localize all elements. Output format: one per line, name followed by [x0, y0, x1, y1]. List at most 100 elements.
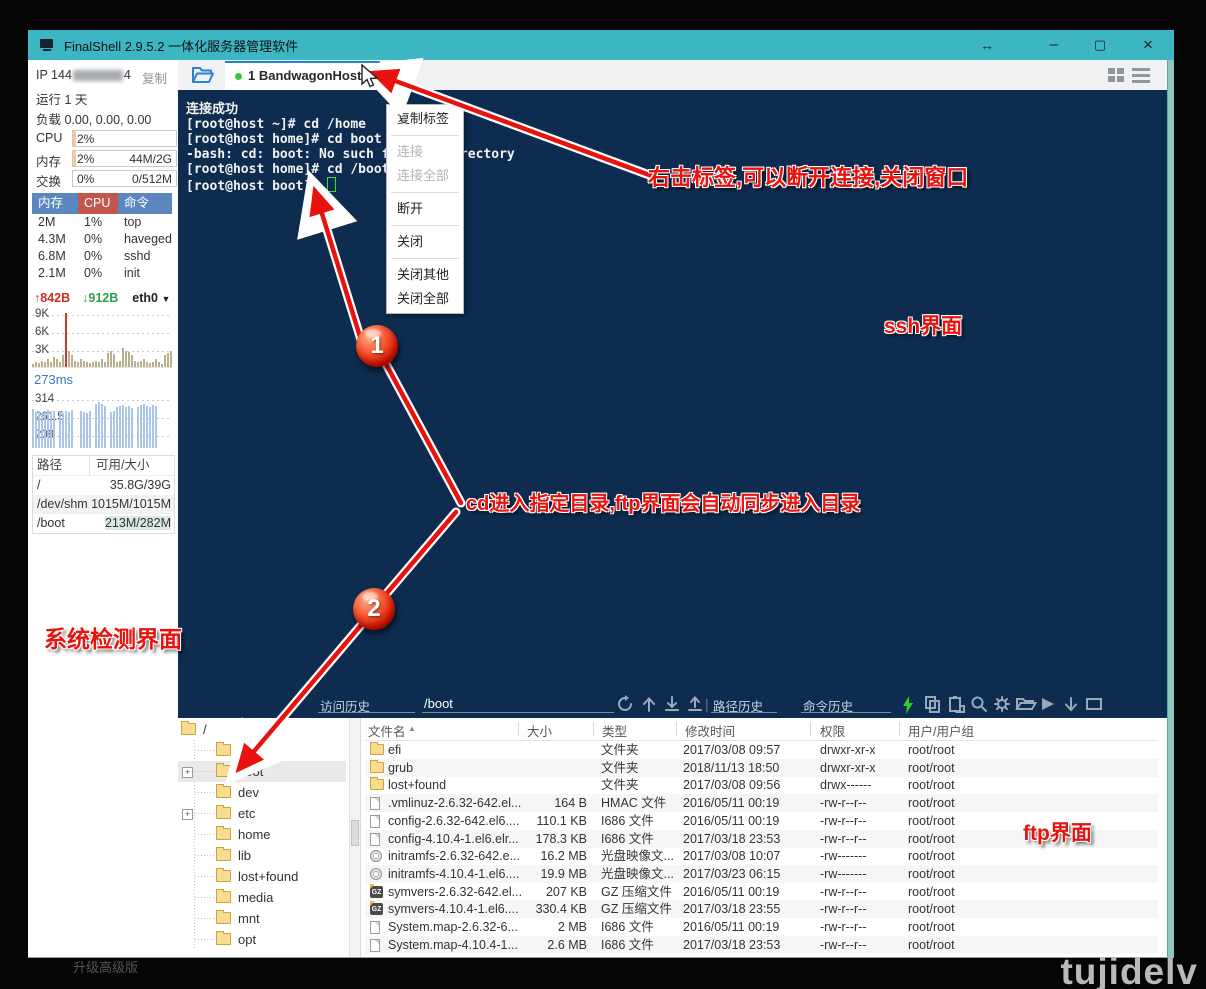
file-cell-size: 2.6 MB: [483, 936, 587, 954]
open-folder-icon[interactable]: [1015, 695, 1035, 713]
process-row: 6.8M0%sshd: [32, 248, 172, 265]
menu-item-0[interactable]: 复制标签: [387, 107, 463, 131]
gauge-label: CPU: [36, 131, 62, 145]
column-header-5[interactable]: 用户/用户组: [908, 721, 974, 740]
file-list-header[interactable]: 文件名▲大小类型修改时间权限用户/用户组: [365, 718, 1158, 741]
file-row-.vmlinuz-2.6.32-642.el...[interactable]: .vmlinuz-2.6.32-642.el...164 BHMAC 文件201…: [365, 794, 1158, 812]
tree-item-label: dev: [238, 782, 259, 803]
process-row: 4.3M0%haveged: [32, 231, 172, 248]
file-cell-size: 2 MB: [483, 918, 587, 936]
tree-item-label: opt: [238, 929, 256, 950]
column-header-3[interactable]: 修改时间: [685, 721, 735, 740]
file-cell-mtime: 2017/03/08 09:57: [683, 741, 780, 759]
disk-row: /35.8G/39G: [33, 476, 174, 495]
file-cell-type: HMAC 文件: [601, 794, 666, 812]
watermark: tujidelv: [1060, 951, 1198, 989]
lightning-icon[interactable]: [900, 695, 920, 713]
column-header-4[interactable]: 权限: [820, 721, 845, 740]
column-header-1[interactable]: 大小: [527, 721, 552, 740]
maximize-button[interactable]: ▢: [1083, 30, 1117, 60]
file-row-grub[interactable]: grub文件夹2018/11/13 18:50drwxr-xr-xroot/ro…: [365, 759, 1158, 777]
ping-chart: 314261.5209: [32, 390, 172, 448]
gauge-value-box: 2%: [72, 130, 177, 147]
tree-item-bin[interactable]: bin: [178, 740, 346, 761]
visit-history-field[interactable]: 访问历史: [320, 696, 370, 715]
disk-path: /: [33, 476, 93, 495]
column-header-2[interactable]: 类型: [602, 721, 627, 740]
paste-icon[interactable]: [946, 695, 966, 713]
search-icon[interactable]: [969, 695, 989, 713]
path-input[interactable]: /boot: [424, 696, 453, 711]
tree-item-lib[interactable]: lib: [178, 845, 346, 866]
open-connection-folder-icon[interactable]: [190, 64, 216, 86]
file-cell-type: 文件夹: [601, 741, 639, 759]
ip-masked: [73, 70, 123, 81]
file-row-initramfs-2.6.32-642.e...[interactable]: initramfs-2.6.32-642.e...16.2 MB光盘映像文...…: [365, 847, 1158, 865]
go-up-icon[interactable]: [639, 695, 659, 713]
expander-icon[interactable]: +: [182, 767, 193, 778]
file-row-lost+found[interactable]: lost+found文件夹2017/03/08 09:56drwx------r…: [365, 776, 1158, 794]
gauge-交换: 交换0%0/512M: [36, 170, 172, 187]
tree-item-etc[interactable]: +etc: [178, 803, 346, 824]
folder-icon: [370, 779, 383, 791]
tree-root-label: /: [203, 719, 207, 740]
arrow-down-icon[interactable]: [1061, 695, 1081, 713]
disk-row: /boot213M/282M: [33, 514, 174, 533]
disk-usage: 35.8G/39G: [93, 476, 174, 495]
settings-icon[interactable]: [992, 695, 1012, 713]
upgrade-link[interactable]: 升级高级版: [73, 957, 138, 976]
grid-view-icon[interactable]: [1108, 68, 1124, 83]
file-cell-owner: root/root: [908, 830, 955, 848]
tree-item-media[interactable]: media: [178, 887, 346, 908]
file-cell-mtime: 2017/03/08 09:56: [683, 776, 780, 794]
folder-icon: [370, 744, 383, 756]
file-cell-perm: -rw-------: [820, 847, 867, 865]
column-header-0[interactable]: 文件名: [368, 721, 406, 740]
tree-item-root[interactable]: /: [178, 719, 346, 740]
tab-bandwagonhost[interactable]: 1 BandwagonHost: [225, 61, 380, 90]
upload-icon[interactable]: [685, 695, 705, 713]
command-history-field[interactable]: 命令历史: [803, 696, 853, 715]
expander-icon[interactable]: +: [182, 809, 193, 820]
tree-item-dev[interactable]: dev: [178, 782, 346, 803]
tree-scrollbar-thumb[interactable]: [351, 820, 359, 846]
title-bar[interactable]: FinalShell 2.9.5.2 一体化服务器管理软件 ↔ – ▢ ×: [28, 30, 1174, 60]
ftp-file-panel: /bin+bootdev+etchomeliblost+foundmediamn…: [178, 718, 1168, 957]
minimize-button[interactable]: –: [1037, 30, 1071, 60]
interface-selector[interactable]: eth0 ▼: [132, 291, 170, 305]
gauge-value-box: 0%0/512M: [72, 170, 177, 187]
run-icon[interactable]: [1038, 695, 1058, 713]
file-cell-size: 330.4 KB: [483, 900, 587, 918]
file-cell-size: 110.1 KB: [483, 812, 587, 830]
tree-item-opt[interactable]: opt: [178, 929, 346, 950]
file-cell-perm: -rw-r--r--: [820, 812, 867, 830]
disk-usage: 1015M/1015M: [91, 495, 174, 514]
download-icon[interactable]: [662, 695, 682, 713]
file-row-symvers-2.6.32-642.el...[interactable]: GZsymvers-2.6.32-642.el...207 KBGZ 压缩文件2…: [365, 883, 1158, 901]
file-row-System.map-2.6.32-6...[interactable]: System.map-2.6.32-6...2 MBI686 文件2016/05…: [365, 918, 1158, 936]
menu-item-7[interactable]: 关闭: [387, 230, 463, 254]
process-cell: init: [118, 265, 172, 282]
file-row-System.map-4.10.4-1...[interactable]: System.map-4.10.4-1...2.6 MBI686 文件2017/…: [365, 936, 1158, 954]
file-cell-size: 164 B: [483, 794, 587, 812]
copy-icon[interactable]: [923, 695, 943, 713]
tree-scrollbar[interactable]: [349, 718, 360, 957]
menu-item-10[interactable]: 关闭全部: [387, 287, 463, 311]
file-row-efi[interactable]: efi文件夹2017/03/08 09:57drwxr-xr-xroot/roo…: [365, 741, 1158, 759]
file-row-symvers-4.10.4-1.el6....[interactable]: GZsymvers-4.10.4-1.el6....330.4 KBGZ 压缩文…: [365, 900, 1158, 918]
menu-divider: [391, 135, 459, 136]
close-button[interactable]: ×: [1131, 30, 1165, 60]
file-row-initramfs-4.10.4-1.el6....[interactable]: initramfs-4.10.4-1.el6....19.9 MB光盘映像文..…: [365, 865, 1158, 883]
list-view-icon[interactable]: [1132, 68, 1150, 83]
tab-bar: 1 BandwagonHost: [178, 60, 1168, 90]
tree-item-home[interactable]: home: [178, 824, 346, 845]
tree-item-boot[interactable]: +boot: [178, 761, 346, 782]
menu-item-9[interactable]: 关闭其他: [387, 263, 463, 287]
window-icon[interactable]: [1084, 695, 1104, 713]
tree-item-mnt[interactable]: mnt: [178, 908, 346, 929]
tree-item-lost+found[interactable]: lost+found: [178, 866, 346, 887]
copy-ip-button[interactable]: 复制: [142, 68, 167, 87]
path-history-field[interactable]: 路径历史: [713, 696, 763, 715]
refresh-icon[interactable]: [616, 695, 636, 713]
menu-item-5[interactable]: 断开: [387, 197, 463, 221]
